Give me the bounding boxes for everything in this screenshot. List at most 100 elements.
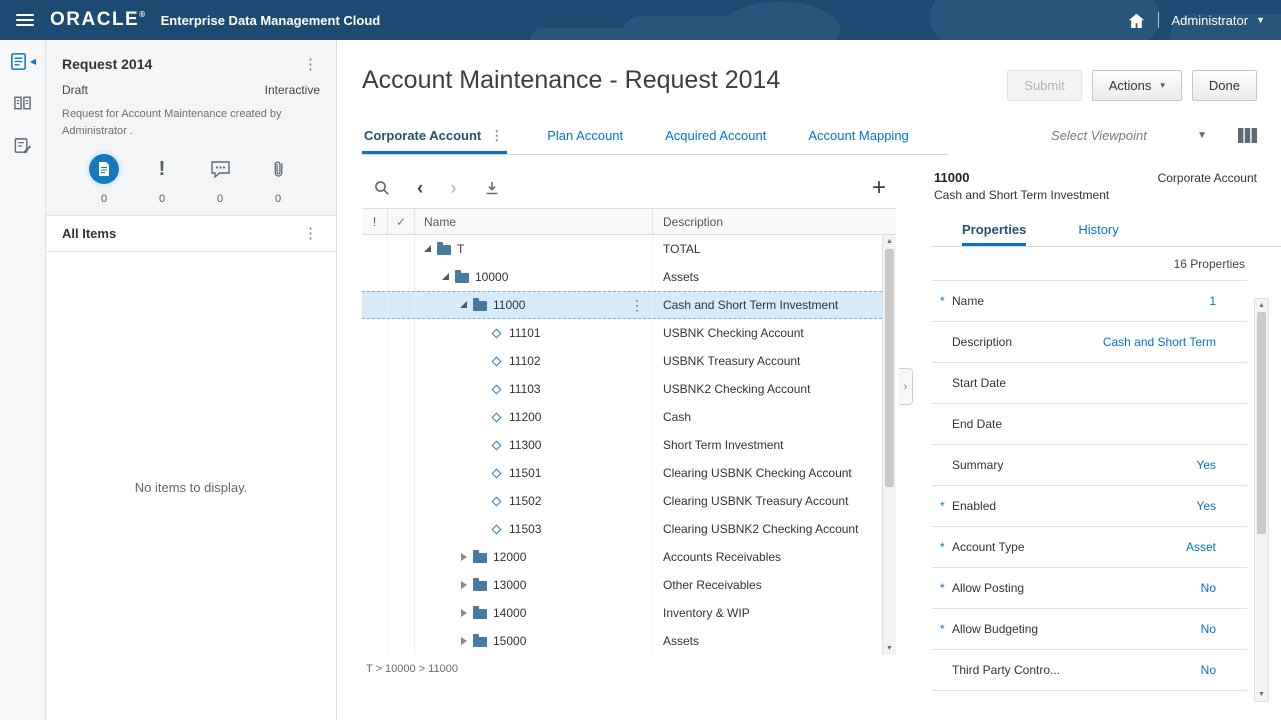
name-cell: 11501 (415, 459, 653, 487)
viewpoint-selector[interactable]: Select Viewpoint ▼ (1051, 128, 1207, 143)
all-items-menu-icon[interactable]: ⋮ (301, 226, 320, 241)
check-column-header[interactable]: ✓ (388, 209, 415, 234)
issues-counter[interactable]: ! 0 (140, 154, 184, 205)
tree-row[interactable]: 11502Clearing USBNK Treasury Account (362, 487, 882, 515)
collapse-panel-icon[interactable]: ◀ (30, 57, 36, 66)
tree-scrollbar[interactable]: ▲ ▼ (882, 235, 896, 655)
comments-counter[interactable]: 0 (198, 154, 242, 205)
details-tab-history[interactable]: History (1078, 215, 1118, 246)
flag-column-header[interactable]: ! (362, 209, 388, 234)
expand-toggle-icon[interactable] (457, 606, 471, 620)
request-items-icon (89, 154, 119, 184)
property-row[interactable]: *Name1 (932, 281, 1247, 322)
request-items-counter[interactable]: 0 (82, 154, 126, 205)
property-row[interactable]: Start Date (932, 363, 1247, 404)
property-row[interactable]: *Allow BudgetingNo (932, 609, 1247, 650)
tab-acquired-account[interactable]: Acquired Account (663, 120, 768, 154)
scroll-down-icon[interactable]: ▼ (883, 645, 896, 652)
expand-toggle-icon[interactable] (457, 634, 471, 648)
nav-activity-button[interactable] (0, 124, 45, 166)
tab-plan-account[interactable]: Plan Account (545, 120, 625, 154)
node-name: 15000 (493, 634, 526, 648)
done-button[interactable]: Done (1192, 70, 1257, 101)
leaf-node-icon (492, 356, 502, 366)
tree-row[interactable]: 11300Short Term Investment (362, 431, 882, 459)
tree-row[interactable]: 15000Assets (362, 627, 882, 655)
tree-row[interactable]: 11200Cash (362, 403, 882, 431)
property-label: Enabled (952, 499, 996, 513)
tab-menu-icon[interactable]: ⋮ (488, 129, 505, 142)
property-row[interactable]: *EnabledYes (932, 486, 1247, 527)
twisty-spacer (475, 438, 489, 452)
details-tab-properties[interactable]: Properties (962, 215, 1026, 246)
tree-row[interactable]: 14000Inventory & WIP (362, 599, 882, 627)
selected-node-id: 11000 (934, 170, 969, 185)
user-menu[interactable]: Administrator ▼ (1172, 13, 1266, 28)
property-value[interactable]: Cash and Short Term (1103, 335, 1245, 349)
flag-cell (362, 571, 388, 599)
property-row[interactable]: DescriptionCash and Short Term (932, 322, 1247, 363)
scroll-up-icon[interactable]: ▲ (883, 238, 896, 245)
forward-icon[interactable]: › (450, 179, 456, 198)
expand-toggle-icon[interactable] (421, 242, 435, 256)
expand-toggle-icon[interactable] (457, 578, 471, 592)
scrollbar-thumb[interactable] (885, 249, 894, 487)
menu-icon[interactable] (16, 14, 34, 26)
brand-mark: ® (139, 10, 146, 19)
description-column-header[interactable]: Description (653, 209, 896, 234)
tree-row[interactable]: 11501Clearing USBNK Checking Account (362, 459, 882, 487)
property-row[interactable]: End Date (932, 404, 1247, 445)
nav-compare-button[interactable] (0, 82, 45, 124)
property-value[interactable]: No (1201, 663, 1245, 677)
tree-row[interactable]: 11101USBNK Checking Account (362, 319, 882, 347)
name-column-header[interactable]: Name (415, 209, 653, 234)
tree-row[interactable]: TTOTAL (362, 235, 882, 263)
submit-button[interactable]: Submit (1007, 70, 1081, 101)
layout-grid-icon[interactable] (1238, 128, 1257, 148)
scroll-down-icon[interactable]: ▼ (1255, 691, 1268, 698)
property-value[interactable]: 1 (1209, 294, 1245, 308)
actions-caret-icon: ▾ (1160, 80, 1165, 91)
property-row[interactable]: *Account TypeAsset (932, 527, 1247, 568)
leaf-node-icon (492, 412, 502, 422)
property-value[interactable]: Asset (1186, 540, 1245, 554)
tree-row[interactable]: 13000Other Receivables (362, 571, 882, 599)
folder-icon (473, 301, 487, 311)
details-scrollbar[interactable]: ▲ ▼ (1254, 298, 1269, 702)
row-menu-icon[interactable]: ⋮ (630, 297, 644, 314)
request-menu-icon[interactable]: ⋮ (301, 57, 320, 72)
tree-row[interactable]: 12000Accounts Receivables (362, 543, 882, 571)
expand-toggle-icon[interactable] (439, 270, 453, 284)
scroll-up-icon[interactable]: ▲ (1255, 302, 1268, 309)
leaf-node-icon (492, 524, 502, 534)
folder-icon (473, 637, 487, 647)
property-value[interactable]: No (1201, 581, 1245, 595)
tree-row[interactable]: 11102USBNK Treasury Account (362, 347, 882, 375)
property-label: Third Party Contro... (952, 663, 1060, 677)
back-icon[interactable]: ‹ (417, 179, 423, 198)
tree-row[interactable]: 10000Assets (362, 263, 882, 291)
property-row[interactable]: SummaryYes (932, 445, 1247, 486)
property-value[interactable]: Yes (1196, 458, 1245, 472)
actions-button[interactable]: Actions ▾ (1092, 70, 1182, 101)
property-label: Allow Posting (952, 581, 1024, 595)
property-row[interactable]: *Allow PostingNo (932, 568, 1247, 609)
expand-toggle-icon[interactable] (457, 550, 471, 564)
tree-row[interactable]: 11103USBNK2 Checking Account (362, 375, 882, 403)
expand-toggle-icon[interactable] (457, 298, 471, 312)
tree-row[interactable]: 11000⋮Cash and Short Term Investment (362, 291, 882, 319)
attachments-counter[interactable]: 0 (256, 154, 300, 205)
property-value[interactable]: No (1201, 622, 1245, 636)
add-node-icon[interactable]: + (872, 174, 886, 202)
tree-row[interactable]: 11503Clearing USBNK2 Checking Account (362, 515, 882, 543)
home-icon[interactable] (1128, 13, 1145, 28)
search-icon[interactable] (374, 180, 390, 196)
panel-expander-handle[interactable]: › (899, 368, 913, 405)
tab-corporate-account[interactable]: Corporate Account⋮ (362, 120, 507, 154)
scrollbar-thumb[interactable] (1257, 312, 1266, 534)
property-row[interactable]: Third Party Contro... No (932, 650, 1247, 691)
property-value[interactable]: Yes (1196, 499, 1245, 513)
tab-account-mapping[interactable]: Account Mapping (806, 120, 910, 154)
download-icon[interactable] (484, 180, 500, 196)
nav-requests-button[interactable]: ◀ (0, 40, 45, 82)
